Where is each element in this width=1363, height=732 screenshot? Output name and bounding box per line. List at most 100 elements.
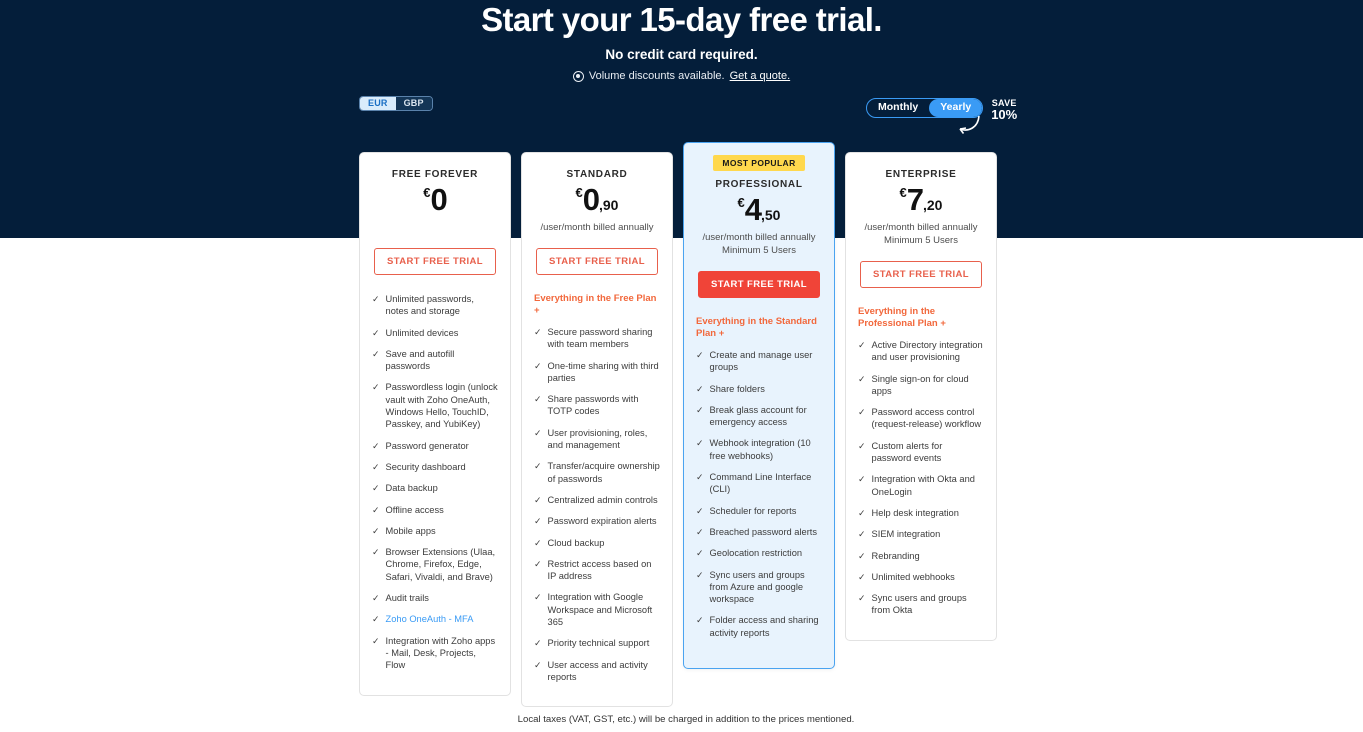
check-icon: ✓	[858, 550, 866, 561]
billing-note: /user/month billed annually	[540, 222, 654, 233]
check-icon: ✓	[696, 383, 704, 394]
feature-label: One-time sharing with third parties	[547, 360, 659, 383]
info-circle-icon	[572, 70, 584, 82]
check-icon: ✓	[372, 593, 380, 604]
feature-item: ✓ Folder access and sharing activity repo…	[696, 614, 822, 639]
check-icon: ✓	[372, 440, 380, 451]
feature-item: ✓ Command Line Interface (CLI)	[696, 471, 822, 496]
feature-label: Breached password alerts	[709, 526, 818, 537]
feature-label: Integration with Okta and OneLogin	[871, 474, 975, 497]
feature-label: Help desk integration	[871, 507, 959, 518]
check-icon: ✓	[696, 548, 704, 559]
check-icon: ✓	[534, 592, 542, 603]
currency-option-gbp[interactable]: GBP	[395, 97, 432, 110]
feature-label: Password expiration alerts	[547, 516, 657, 527]
feature-label: Unlimited devices	[385, 327, 459, 338]
price-decimals: ,50	[761, 207, 781, 223]
plan-name: STANDARD	[566, 169, 628, 180]
check-icon: ✓	[696, 615, 704, 626]
currency-option-eur[interactable]: EUR	[360, 97, 396, 110]
check-icon: ✓	[534, 558, 542, 569]
feature-item: ✓ Breached password alerts	[696, 526, 822, 538]
check-icon: ✓	[372, 348, 380, 359]
pricing-card-professional: MOST POPULAR PROFESSIONAL €4,50/user/month…	[683, 142, 835, 670]
check-icon: ✓	[534, 394, 542, 405]
pricing-card-standard: STANDARD €0,90/user/month billed annually…	[521, 152, 673, 708]
check-icon: ✓	[372, 547, 380, 558]
feature-label: Folder access and sharing activity repor…	[709, 615, 819, 638]
feature-label: Save and autofill passwords	[385, 348, 455, 372]
check-icon: ✓	[858, 340, 866, 350]
volume-discount-note: Volume discounts available. Get a quote.	[0, 70, 1363, 82]
feature-item: ✓ Restrict access based on IP address	[534, 558, 660, 583]
feature-label: Security dashboard	[385, 461, 466, 472]
feature-item: ✓ Data backup	[372, 482, 498, 494]
feature-item: ✓ Password expiration alerts	[534, 515, 660, 527]
check-icon: ✓	[858, 593, 866, 604]
feature-item: ✓ Geolocation restriction	[696, 547, 822, 559]
start-free-trial-button[interactable]: START FREE TRIAL	[698, 271, 820, 298]
feature-label: Create and manage user groups	[709, 350, 813, 373]
feature-label: SIEM integration	[871, 529, 941, 540]
check-icon: ✓	[534, 638, 542, 649]
check-icon: ✓	[534, 360, 542, 371]
check-icon: ✓	[696, 472, 704, 483]
pricing-card-enterprise: ENTERPRISE €7,20/user/month billed annual…	[845, 152, 997, 641]
feature-list: ✓ Active Directory integration and user p…	[858, 339, 984, 617]
check-icon: ✓	[696, 438, 704, 449]
feature-item: ✓ Unlimited passwords, notes and storage	[372, 293, 498, 318]
check-icon: ✓	[534, 516, 542, 527]
check-icon: ✓	[372, 525, 380, 536]
curved-arrow-icon	[959, 115, 980, 134]
feature-label: Sync users and groups from Azure and goo…	[709, 569, 805, 605]
price-currency-symbol: €	[575, 185, 583, 200]
feature-item: ✓ Share folders	[696, 383, 822, 395]
check-icon: ✓	[372, 614, 380, 625]
get-a-quote-link[interactable]: Get a quote.	[730, 70, 791, 82]
check-icon: ✓	[858, 507, 866, 518]
start-free-trial-button[interactable]: START FREE TRIAL	[536, 248, 658, 275]
feature-label: Webhook integration (10 free webhooks)	[709, 438, 811, 461]
feature-item: ✓ Unlimited devices	[372, 327, 498, 339]
feature-label: Unlimited passwords, notes and storage	[385, 294, 474, 317]
check-icon: ✓	[858, 529, 866, 540]
feature-item[interactable]: ✓ Zoho OneAuth - MFA	[372, 613, 498, 625]
pricing-page: Start your 15-day free trial. No credit …	[0, 0, 1363, 732]
feature-label: Geolocation restriction	[709, 548, 803, 559]
feature-label: Share folders	[709, 383, 765, 394]
check-icon: ✓	[696, 505, 704, 516]
feature-item: ✓ Share passwords with TOTP codes	[534, 393, 660, 418]
check-icon: ✓	[372, 461, 380, 472]
feature-label: User access and activity reports	[547, 659, 648, 682]
feature-item: ✓ Secure password sharing with team membe…	[534, 326, 660, 351]
billing-note	[372, 221, 498, 234]
check-icon: ✓	[858, 474, 866, 485]
start-free-trial-button[interactable]: START FREE TRIAL	[860, 261, 982, 288]
feature-label: Secure password sharing with team member…	[547, 327, 653, 350]
cta-row: START FREE TRIAL	[534, 248, 660, 275]
feature-item: ✓ Password generator	[372, 440, 498, 452]
feature-label: Password access control (request-release…	[871, 407, 982, 430]
currency-toggle[interactable]: EUR GBP	[359, 96, 433, 111]
check-icon: ✓	[534, 659, 542, 670]
feature-label: Data backup	[385, 483, 438, 494]
footnote-text: Local taxes (VAT, GST, etc.) will be cha…	[517, 714, 855, 725]
start-free-trial-button[interactable]: START FREE TRIAL	[374, 248, 496, 275]
cta-row: START FREE TRIAL	[372, 248, 498, 275]
feature-item: ✓ Break glass account for emergency acces…	[696, 404, 822, 429]
feature-label: Custom alerts for password events	[871, 440, 943, 464]
feature-item: ✓ Mobile apps	[372, 525, 498, 537]
plan-price: €7,20	[858, 184, 984, 215]
feature-label: Centralized admin controls	[547, 494, 658, 505]
feature-item: ✓ One-time sharing with third parties	[534, 360, 660, 385]
feature-item: ✓ SIEM integration	[858, 528, 984, 540]
minimum-users-note: Minimum 5 Users	[884, 235, 958, 246]
feature-item: ✓ Active Directory integration and user p…	[858, 339, 984, 364]
check-icon: ✓	[372, 504, 380, 515]
plan-name: ENTERPRISE	[885, 169, 957, 180]
check-icon: ✓	[372, 382, 380, 393]
billing-option-monthly[interactable]: Monthly	[867, 99, 929, 117]
feature-label: Command Line Interface (CLI)	[709, 472, 812, 495]
feature-label: Share passwords with TOTP codes	[547, 394, 639, 417]
badge-row: MOST POPULAR	[696, 153, 822, 179]
